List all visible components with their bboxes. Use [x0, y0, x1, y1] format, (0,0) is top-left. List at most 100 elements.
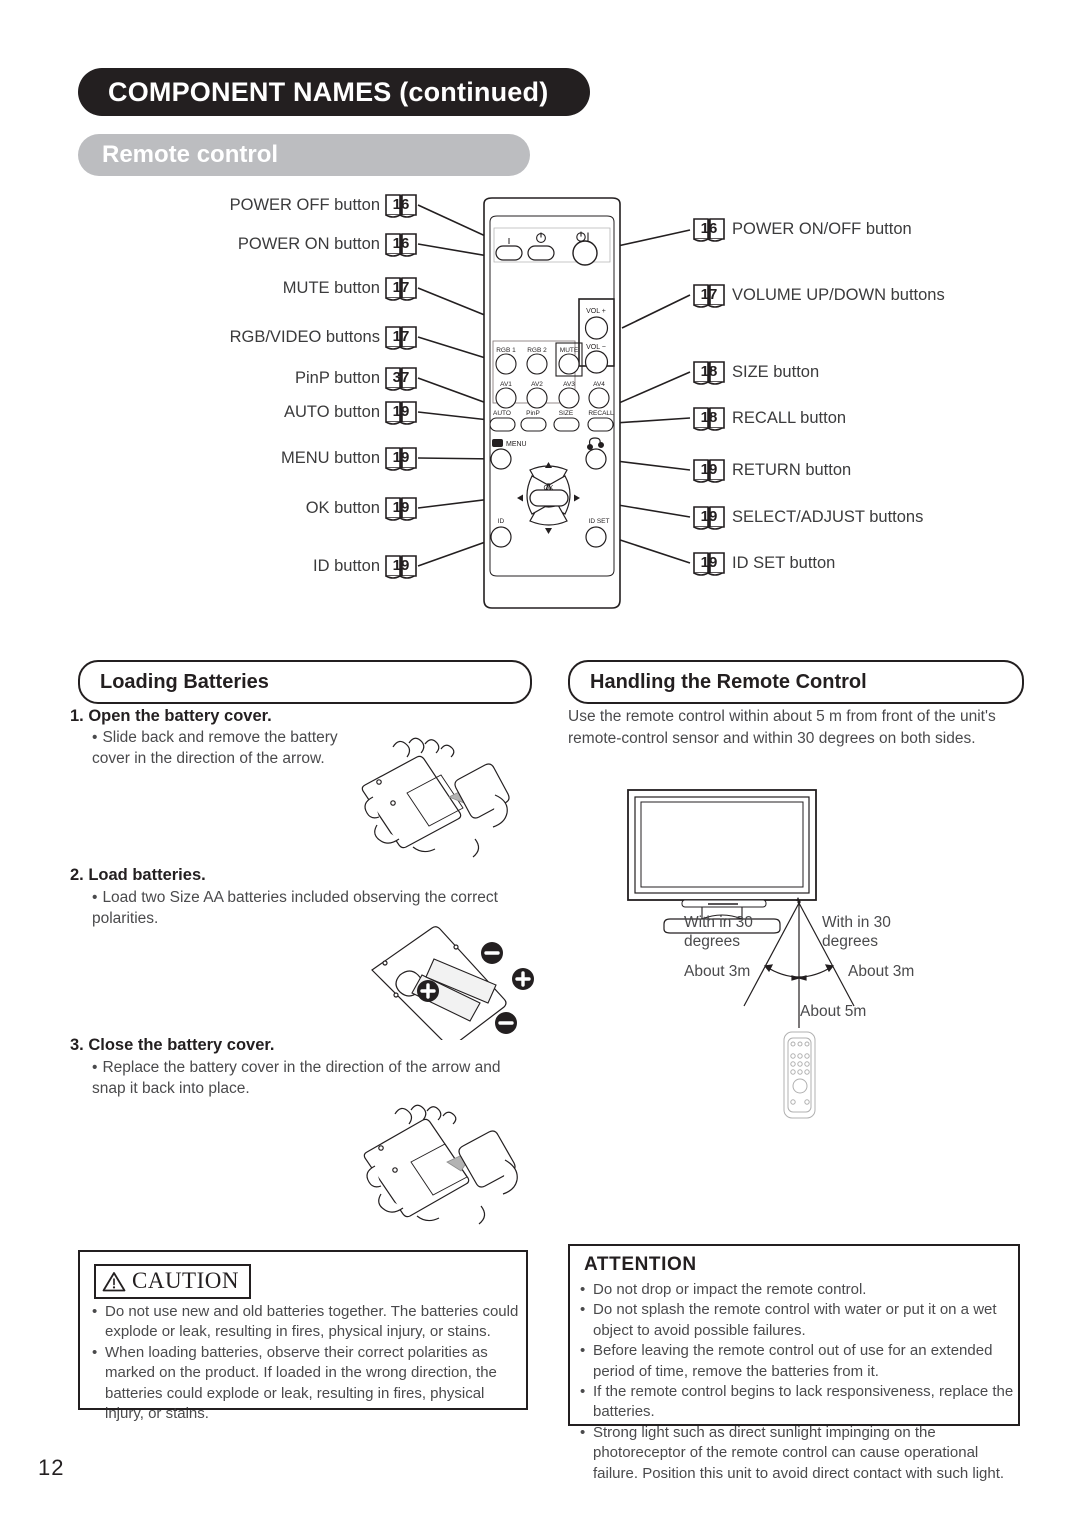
bullet-icon: •	[92, 729, 98, 746]
callout-return-button: 19 RETURN button	[692, 457, 851, 484]
svg-text:AV2: AV2	[531, 381, 543, 388]
callout-label: POWER OFF button	[229, 196, 380, 215]
handling-remote-paragraph: Use the remote control within about 5 m …	[568, 708, 996, 747]
svg-text:PinP: PinP	[526, 410, 540, 417]
page-reference-number: 19	[392, 499, 410, 516]
caution-list: Do not use new and old batteries togethe…	[92, 1302, 520, 1424]
page-reference-number: 18	[700, 363, 718, 380]
callout-label: PinP button	[294, 369, 380, 388]
handling-remote-heading: Handling the Remote Control	[590, 670, 867, 693]
svg-text:ID SET: ID SET	[589, 518, 610, 525]
handling-remote-header: Handling the Remote Control	[568, 660, 1024, 704]
warning-triangle-icon	[102, 1271, 126, 1291]
callout-label: ID SET button	[732, 554, 836, 573]
callout-label: MUTE button	[282, 279, 380, 298]
battery-step-3-title: 3. Close the battery cover.	[70, 1036, 275, 1054]
attention-item: If the remote control begins to lack res…	[580, 1382, 1014, 1423]
svg-text:AV1: AV1	[500, 381, 512, 388]
callout-label: VOLUME UP/DOWN buttons	[732, 286, 945, 305]
callout-mute-button: MUTE button 17	[200, 275, 418, 302]
callout-size-button: 18 SIZE button	[692, 359, 819, 386]
svg-text:RECALL: RECALL	[588, 410, 614, 417]
callout-power-off-button: POWER OFF button 16	[200, 192, 418, 219]
svg-text:MUTE: MUTE	[560, 347, 579, 354]
page-reference-number: 19	[700, 461, 718, 478]
callout-id-set-button: 19 ID SET button	[692, 550, 835, 577]
remote-control-illustration: VOL + VOL − RGB 1 RGB 2 MUTE AV1 AV2 AV3…	[462, 196, 642, 621]
page-reference-number: 16	[392, 235, 410, 252]
svg-text:AUTO: AUTO	[493, 410, 511, 417]
battery-cover-close-illustration	[355, 1090, 540, 1235]
page-reference-badge: 16	[384, 192, 418, 219]
page-reference-number: 19	[700, 508, 718, 525]
page-reference-badge: 19	[692, 550, 726, 577]
page-reference-badge: 19	[692, 457, 726, 484]
menu-icon	[492, 439, 503, 447]
page-reference-badge: 19	[384, 495, 418, 522]
callout-label: MENU button	[280, 449, 380, 468]
attention-list: Do not drop or impact the remote control…	[580, 1280, 1014, 1484]
callout-label: SELECT/ADJUST buttons	[732, 508, 924, 527]
caution-item: Do not use new and old batteries togethe…	[92, 1302, 520, 1343]
caution-item: When loading batteries, observe their co…	[92, 1343, 520, 1425]
battery-step-2-title: 2. Load batteries.	[70, 866, 206, 884]
page-reference-number: 16	[700, 220, 718, 237]
callout-power-onoff-button: 16 POWER ON/OFF button	[692, 216, 912, 243]
page-reference-number: 17	[392, 279, 410, 296]
page-reference-badge: 17	[384, 324, 418, 351]
svg-text:SIZE: SIZE	[559, 410, 574, 417]
page-reference-badge: 19	[384, 445, 418, 472]
svg-text:MENU: MENU	[506, 441, 527, 448]
page-reference-badge: 18	[692, 405, 726, 432]
callout-label: POWER ON button	[237, 235, 380, 254]
loading-batteries-heading: Loading Batteries	[100, 670, 269, 693]
attention-item: Strong light such as direct sunlight imp…	[580, 1423, 1014, 1484]
page-number: 12	[38, 1455, 65, 1480]
svg-text:RGB 1: RGB 1	[496, 347, 516, 354]
svg-text:ID: ID	[498, 518, 505, 525]
coverage-label-about3m-left: About 3m	[684, 963, 751, 980]
attention-item: Do not splash the remote control with wa…	[580, 1300, 1014, 1341]
page-reference-badge: 16	[692, 216, 726, 243]
coverage-label-about3m-right: About 3m	[848, 963, 915, 980]
callout-volume-updown-buttons: 17 VOLUME UP/DOWN buttons	[692, 282, 945, 309]
attention-title: ATTENTION	[584, 1254, 697, 1275]
callout-pinp-button: PinP button 37	[200, 365, 418, 392]
callout-ok-button: OK button 19	[200, 495, 418, 522]
manual-page: COMPONENT NAMES (continued) Remote contr…	[0, 0, 1080, 1528]
svg-text:VOL +: VOL +	[586, 308, 606, 315]
page-reference-number: 37	[392, 369, 410, 386]
svg-text:AV4: AV4	[593, 381, 605, 388]
callout-label: ID button	[313, 557, 380, 576]
attention-item: Do not drop or impact the remote control…	[580, 1280, 1014, 1301]
bullet-icon: •	[92, 1059, 98, 1076]
svg-text:RGB 2: RGB 2	[527, 347, 547, 354]
callout-menu-button: MENU button 19	[200, 445, 418, 472]
callout-label: SIZE button	[732, 363, 820, 382]
page-reference-badge: 19	[384, 553, 418, 580]
battery-loading-illustration	[360, 915, 540, 1047]
bullet-icon: •	[92, 889, 98, 906]
coverage-label-right-degrees: With in 30 degrees	[822, 914, 891, 950]
page-reference-number: 19	[392, 403, 410, 420]
page-reference-badge: 37	[384, 365, 418, 392]
svg-text:AV3: AV3	[563, 381, 575, 388]
callout-select-adjust-buttons: 19 SELECT/ADJUST buttons	[692, 504, 923, 531]
svg-text:VOL −: VOL −	[586, 344, 606, 351]
callout-auto-button: AUTO button 19	[200, 399, 418, 426]
page-reference-number: 16	[392, 196, 410, 213]
callout-id-button: ID button 19	[200, 553, 418, 580]
page-reference-number: 17	[392, 328, 410, 345]
coverage-label-left-degrees: With in 30 degrees	[684, 914, 753, 950]
caution-box: CAUTION Do not use new and old batteries…	[78, 1250, 528, 1422]
page-reference-badge: 19	[692, 504, 726, 531]
page-reference-number: 17	[700, 286, 718, 303]
attention-box: ATTENTION Do not drop or impact the remo…	[568, 1244, 1020, 1482]
callout-label: RETURN button	[732, 461, 852, 480]
callout-label: AUTO button	[284, 403, 380, 422]
page-reference-number: 19	[392, 449, 410, 466]
callout-label: RECALL button	[732, 409, 847, 428]
callout-label: OK button	[305, 499, 380, 518]
callout-rgb-video-buttons: RGB/VIDEO buttons 17	[176, 324, 418, 351]
caution-title: CAUTION	[132, 1268, 239, 1293]
